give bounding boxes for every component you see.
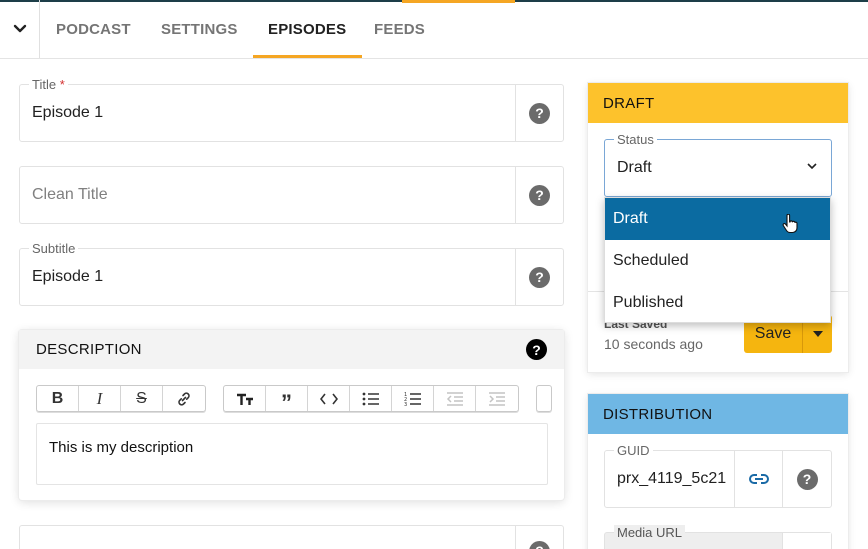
distribution-panel: DISTRIBUTION GUID prx_4119_5c21 ? Media … — [588, 394, 848, 549]
heading-button[interactable] — [224, 386, 266, 411]
link-icon — [178, 391, 190, 406]
more-group[interactable] — [536, 385, 552, 412]
chevron-down-icon — [807, 163, 817, 170]
caret-down-icon — [812, 331, 823, 337]
title-help-button[interactable]: ? — [515, 85, 563, 141]
description-editor[interactable]: This is my description — [36, 423, 548, 485]
draft-header: DRAFT — [588, 83, 848, 123]
description-card: DESCRIPTION ? B I S ” 123 This is my des… — [19, 330, 564, 500]
title-input[interactable]: Episode 1 — [32, 85, 103, 141]
chevron-down-icon — [13, 24, 26, 33]
media-url-field: Media URL — [604, 525, 832, 549]
outdent-button[interactable] — [434, 386, 476, 411]
numbered-list-icon: 123 — [404, 392, 421, 407]
help-icon: ? — [529, 184, 550, 206]
help-icon: ? — [529, 266, 550, 288]
clean-title-input[interactable]: Clean Title — [32, 167, 108, 223]
link-button[interactable] — [163, 386, 205, 411]
collapse-button[interactable] — [0, 0, 40, 58]
bold-button[interactable]: B — [37, 386, 79, 411]
production-notes-help-button[interactable]: ? — [515, 526, 563, 549]
status-value: Draft — [617, 159, 652, 176]
guid-field: GUID prx_4119_5c21 ? — [604, 443, 832, 508]
bullet-list-icon — [362, 392, 379, 405]
block-group: ” 123 — [223, 385, 519, 412]
editor-toolbar: B I S ” 123 — [36, 385, 552, 412]
svg-text:3: 3 — [404, 402, 407, 407]
media-url-label: Media URL — [614, 525, 686, 540]
subtitle-field[interactable]: Subtitle Episode 1 ? — [19, 241, 564, 306]
status-select[interactable]: Status Draft — [604, 132, 832, 197]
status-option-scheduled[interactable]: Scheduled — [605, 240, 830, 282]
description-header: DESCRIPTION ? — [19, 330, 564, 369]
status-option-published[interactable]: Published — [605, 282, 830, 324]
code-icon — [319, 393, 338, 404]
link-icon — [749, 474, 769, 484]
subtitle-help-button[interactable]: ? — [515, 249, 563, 305]
help-icon[interactable]: ? — [526, 339, 547, 360]
tab-episodes[interactable]: EPISODES — [252, 0, 363, 58]
help-icon: ? — [529, 102, 550, 124]
help-icon: ? — [796, 468, 818, 490]
description-title: DESCRIPTION — [36, 341, 142, 358]
clean-title-field[interactable]: Clean Title ? — [19, 166, 564, 224]
title-field[interactable]: Title * Episode 1 ? — [19, 77, 564, 142]
production-notes-field[interactable]: ? — [19, 525, 564, 549]
indent-icon — [489, 391, 505, 406]
subtitle-input[interactable]: Episode 1 — [32, 249, 103, 305]
quote-button[interactable]: ” — [266, 386, 308, 411]
guid-input[interactable]: prx_4119_5c21 — [617, 451, 735, 507]
guid-help-button[interactable]: ? — [782, 451, 831, 507]
help-icon: ? — [529, 540, 550, 549]
text-size-icon — [236, 393, 253, 405]
outdent-icon — [446, 391, 463, 406]
tab-feeds[interactable]: FEEDS — [374, 0, 425, 58]
media-url-action[interactable] — [782, 533, 831, 549]
indent-button[interactable] — [476, 386, 518, 411]
tab-settings[interactable]: SETTINGS — [161, 0, 238, 58]
pointer-cursor-icon — [782, 214, 798, 234]
italic-button[interactable]: I — [79, 386, 121, 411]
guid-link-button[interactable] — [734, 451, 783, 507]
numbered-list-button[interactable]: 123 — [392, 386, 434, 411]
bullet-list-button[interactable] — [350, 386, 392, 411]
last-saved-value: 10 seconds ago — [604, 336, 703, 352]
tab-podcast[interactable]: PODCAST — [56, 0, 131, 58]
distribution-header: DISTRIBUTION — [588, 394, 848, 434]
format-group: B I S — [36, 385, 206, 412]
tab-bar: PODCAST SETTINGS EPISODES FEEDS — [0, 0, 868, 59]
code-button[interactable] — [308, 386, 350, 411]
clean-title-help-button[interactable]: ? — [515, 167, 563, 223]
strikethrough-button[interactable]: S — [121, 386, 163, 411]
